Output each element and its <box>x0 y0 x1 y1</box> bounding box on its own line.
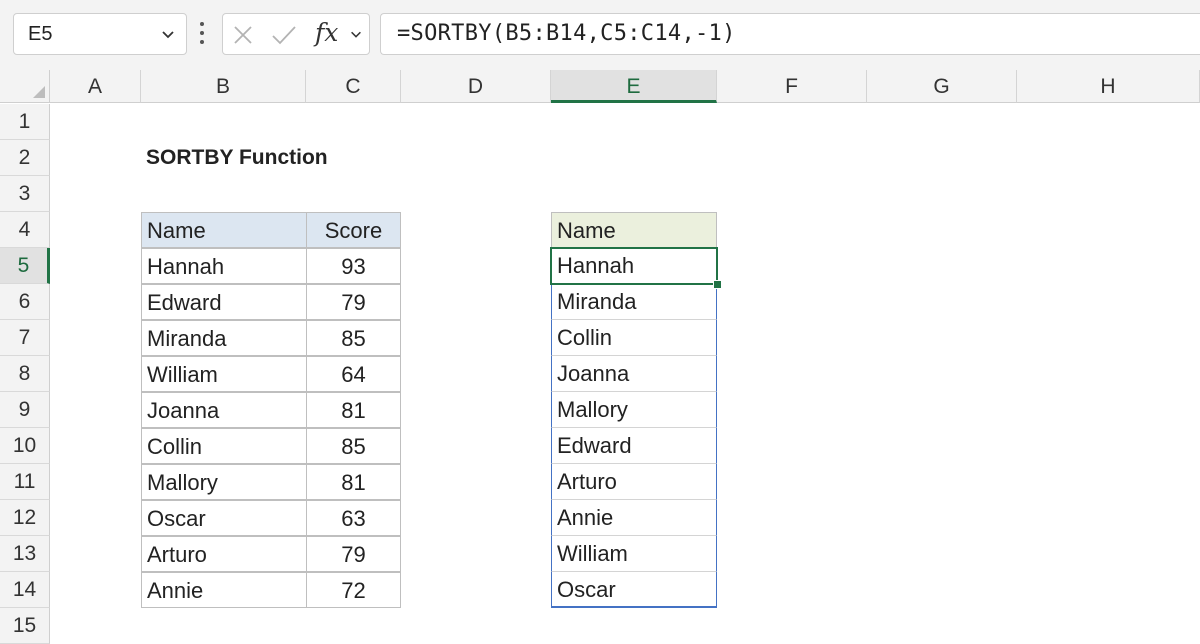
select-all-triangle-icon <box>33 86 45 98</box>
row-header-5[interactable]: 5 <box>0 248 50 284</box>
row-header-4[interactable]: 4 <box>0 212 50 248</box>
column-header-c[interactable]: C <box>306 70 401 103</box>
table-header-score[interactable]: Score <box>306 212 401 248</box>
row-header-10[interactable]: 10 <box>0 428 50 464</box>
column-header-f[interactable]: F <box>717 70 867 103</box>
result-cell[interactable]: Arturo <box>551 464 717 500</box>
result-cell[interactable]: Edward <box>551 428 717 464</box>
row-header-2[interactable]: 2 <box>0 140 50 176</box>
column-header-a[interactable]: A <box>50 70 141 103</box>
row-header-14[interactable]: 14 <box>0 572 50 608</box>
table-cell-name[interactable]: William <box>141 356 307 392</box>
row-header-6[interactable]: 6 <box>0 284 50 320</box>
name-box[interactable]: E5 <box>13 13 187 55</box>
column-header-h[interactable]: H <box>1017 70 1200 103</box>
chevron-down-icon[interactable] <box>160 26 176 47</box>
result-cell[interactable]: William <box>551 536 717 572</box>
table-header-name[interactable]: Name <box>141 212 307 248</box>
select-all-corner[interactable] <box>0 70 50 103</box>
table-cell-score[interactable]: 79 <box>306 284 401 320</box>
table-cell-name[interactable]: Oscar <box>141 500 307 536</box>
row-header-12[interactable]: 12 <box>0 500 50 536</box>
expand-chevron-icon[interactable] <box>349 27 363 46</box>
table-cell-score[interactable]: 79 <box>306 536 401 572</box>
table-cell-name[interactable]: Mallory <box>141 464 307 500</box>
result-cell[interactable]: Joanna <box>551 356 717 392</box>
table-cell-name[interactable]: Miranda <box>141 320 307 356</box>
row-header-11[interactable]: 11 <box>0 464 50 500</box>
sheet-title[interactable]: SORTBY Function <box>141 140 401 176</box>
column-header-d[interactable]: D <box>401 70 551 103</box>
result-cell[interactable]: Oscar <box>551 572 717 608</box>
active-cell-e5[interactable]: Hannah <box>550 247 718 285</box>
table-cell-name[interactable]: Joanna <box>141 392 307 428</box>
row-header-9[interactable]: 9 <box>0 392 50 428</box>
table-cell-score[interactable]: 85 <box>306 320 401 356</box>
row-header-3[interactable]: 3 <box>0 176 50 212</box>
insert-function-button[interactable]: fx <box>315 18 338 47</box>
result-cell[interactable]: Annie <box>551 500 717 536</box>
table-cell-score[interactable]: 63 <box>306 500 401 536</box>
cancel-icon[interactable] <box>231 23 255 52</box>
row-header-1[interactable]: 1 <box>0 104 50 140</box>
table-cell-name[interactable]: Collin <box>141 428 307 464</box>
row-header-7[interactable]: 7 <box>0 320 50 356</box>
enter-check-icon[interactable] <box>271 23 297 52</box>
result-cell[interactable]: Collin <box>551 320 717 356</box>
column-header-b[interactable]: B <box>141 70 306 103</box>
result-cell[interactable]: Mallory <box>551 392 717 428</box>
table-cell-score[interactable]: 85 <box>306 428 401 464</box>
name-box-value: E5 <box>28 23 53 45</box>
column-header-e[interactable]: E <box>551 70 717 103</box>
table-cell-score[interactable]: 93 <box>306 248 401 284</box>
table-cell-score[interactable]: 81 <box>306 464 401 500</box>
formula-actions: fx <box>222 13 370 55</box>
more-options-icon[interactable] <box>199 22 205 48</box>
table-cell-score[interactable]: 81 <box>306 392 401 428</box>
row-header-13[interactable]: 13 <box>0 536 50 572</box>
row-header-8[interactable]: 8 <box>0 356 50 392</box>
formula-input[interactable]: =SORTBY(B5:B14,C5:C14,-1) <box>380 13 1200 55</box>
table-cell-name[interactable]: Arturo <box>141 536 307 572</box>
table-cell-score[interactable]: 72 <box>306 572 401 608</box>
fill-handle[interactable] <box>713 280 722 289</box>
table-cell-name[interactable]: Edward <box>141 284 307 320</box>
table-cell-name[interactable]: Hannah <box>141 248 307 284</box>
result-header-name[interactable]: Name <box>551 212 717 248</box>
formula-bar-area: E5 fx =SORTBY(B5:B14,C5:C14,-1) <box>0 0 1200 70</box>
row-header-15[interactable]: 15 <box>0 608 50 644</box>
formula-text: =SORTBY(B5:B14,C5:C14,-1) <box>397 21 736 46</box>
result-cell[interactable]: Miranda <box>551 284 717 320</box>
table-cell-score[interactable]: 64 <box>306 356 401 392</box>
column-header-g[interactable]: G <box>867 70 1017 103</box>
table-cell-name[interactable]: Annie <box>141 572 307 608</box>
